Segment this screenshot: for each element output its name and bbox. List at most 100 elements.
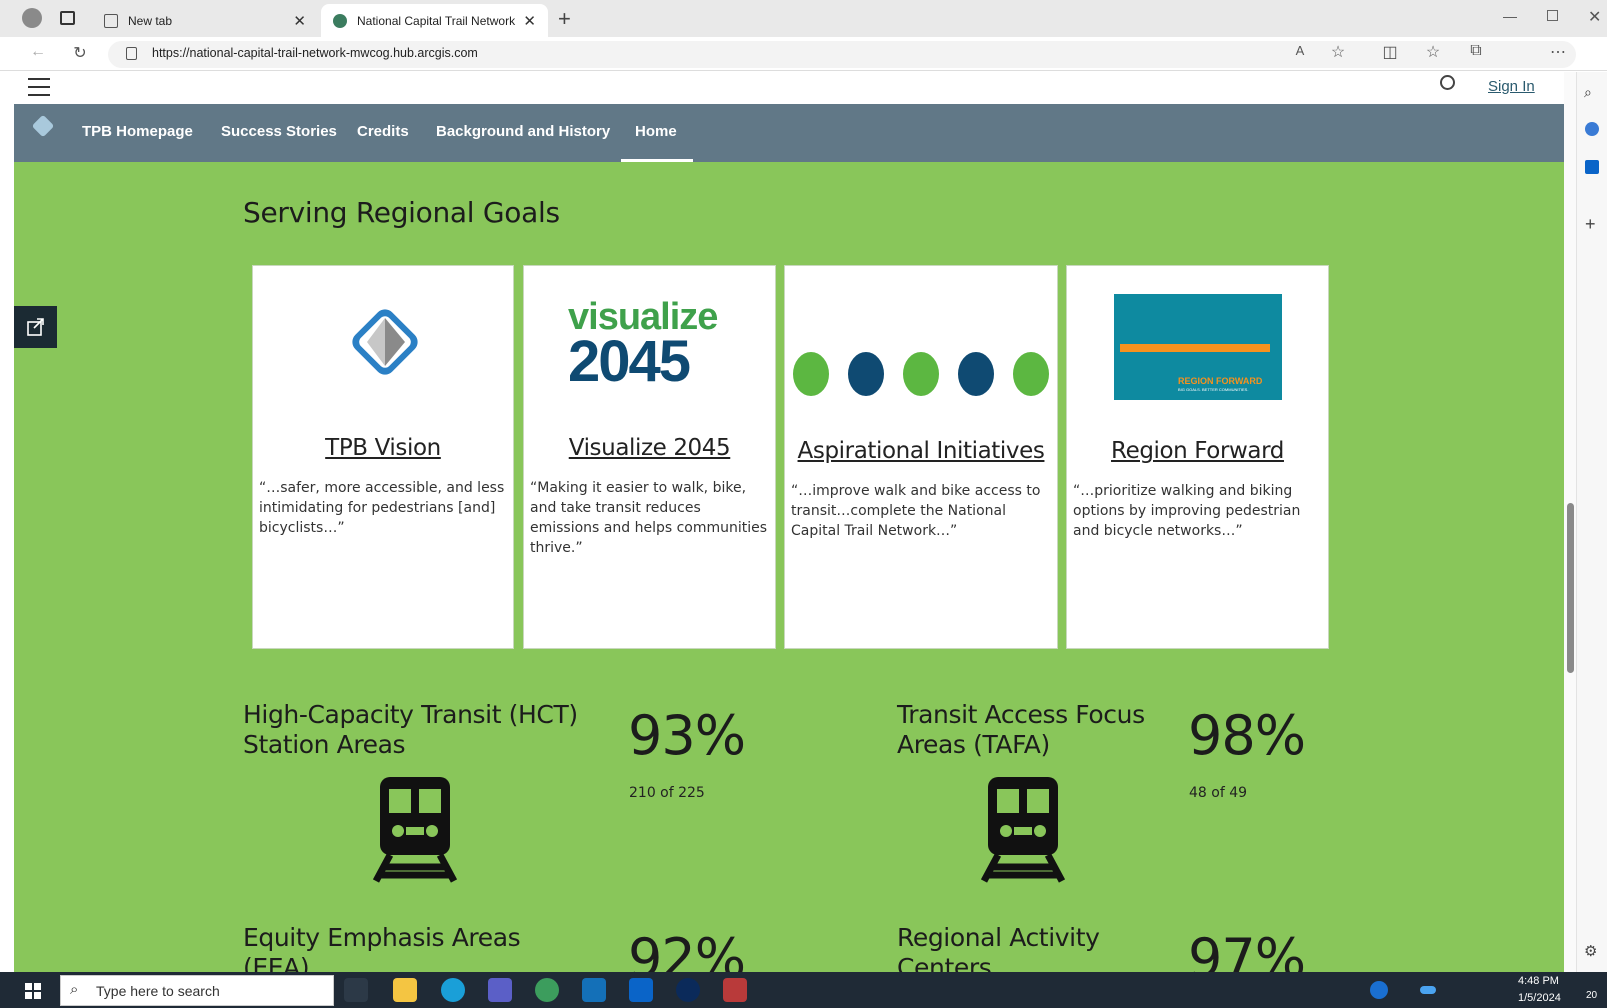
stat-sub-hct: 210 of 225 (629, 785, 705, 801)
card-title[interactable]: Visualize 2045 (524, 435, 775, 461)
region-forward-tagline: BIG GOALS. BETTER COMMUNITIES. (1178, 387, 1249, 392)
teams-icon[interactable] (488, 978, 512, 1002)
new-tab-icon (104, 13, 118, 28)
tab-actions-icon[interactable] (60, 11, 75, 25)
stat-title-line: Regional Activity (897, 923, 1100, 952)
url-text: https://national-capital-trail-network-m… (152, 46, 478, 60)
favorite-star-icon[interactable]: ☆ (1328, 42, 1348, 62)
stat-title-hct: High-Capacity Transit (HCT) Station Area… (243, 700, 578, 760)
more-icon[interactable]: ⋯ (1548, 42, 1568, 62)
restore-icon[interactable] (1547, 10, 1558, 21)
app-icon[interactable] (723, 978, 747, 1002)
outlook-icon[interactable] (629, 978, 653, 1002)
refresh-icon[interactable]: ↻ (70, 43, 90, 63)
clock-time[interactable]: 4:48 PM (1518, 975, 1559, 987)
close-icon[interactable]: ✕ (523, 12, 536, 30)
sign-in-link[interactable]: Sign In (1488, 78, 1535, 95)
share-button[interactable] (14, 306, 57, 348)
stat-value-rac: 97% (1188, 927, 1306, 972)
card-quote: “…improve walk and bike access to transi… (791, 483, 1041, 539)
back-icon[interactable]: ← (28, 43, 48, 61)
stat-title-rac: Regional Activity Centers (897, 923, 1100, 972)
nav-background-and-history[interactable]: Background and History (436, 123, 610, 140)
stat-sub-tafa: 48 of 49 (1189, 785, 1248, 801)
card-title[interactable]: TPB Vision (253, 435, 513, 461)
train-icon (980, 777, 1066, 883)
nav-credits[interactable]: Credits (357, 123, 409, 140)
minimize-icon[interactable]: — (1503, 8, 1517, 24)
windows-start-icon[interactable] (25, 983, 41, 999)
task-view-icon[interactable] (344, 978, 368, 1002)
collections-icon[interactable]: ⧉ (1466, 42, 1486, 60)
nav-success-stories[interactable]: Success Stories (221, 123, 337, 140)
split-screen-icon[interactable]: ◫ (1380, 42, 1400, 62)
card-quote: “Making it easier to walk, bike, and tak… (530, 480, 768, 556)
stat-title-tafa: Transit Access Focus Areas (TAFA) (897, 700, 1145, 760)
close-window-icon[interactable]: ✕ (1588, 7, 1601, 27)
card-quote: “…safer, more accessible, and less intim… (259, 480, 505, 536)
tab-national-capital-trail-network[interactable]: National Capital Trail Network ✕ (321, 4, 548, 37)
profile-icon[interactable] (22, 8, 42, 28)
search-icon[interactable] (1440, 75, 1455, 90)
stat-value-tafa: 98% (1188, 704, 1306, 767)
lock-icon[interactable] (126, 47, 137, 60)
card-tpb-vision[interactable]: TPB Vision “…safer, more accessible, and… (252, 265, 514, 649)
train-icon (372, 777, 458, 883)
site-header: Sign In (14, 72, 1564, 104)
share-icon (26, 318, 44, 336)
globe-icon (333, 13, 347, 28)
file-explorer-icon[interactable] (393, 978, 417, 1002)
taskbar-search-placeholder: Type here to search (96, 983, 220, 999)
stat-title-line: (EEA) (243, 953, 310, 972)
tpb-logo-icon (352, 309, 418, 375)
close-icon[interactable]: ✕ (293, 12, 306, 30)
stat-title-line: Centers (897, 953, 992, 972)
browser-tab-bar: New tab ✕ National Capital Trail Network… (0, 0, 1607, 37)
onedrive-icon[interactable] (1420, 986, 1436, 994)
edge-icon[interactable] (441, 978, 465, 1002)
read-aloud-icon[interactable]: A (1290, 43, 1310, 58)
car-icon (903, 352, 939, 396)
stat-title-line: High-Capacity Transit (HCT) (243, 700, 578, 729)
visualize-logo-year: 2045 (568, 329, 691, 394)
card-region-forward[interactable]: REGION FORWARD BIG GOALS. BETTER COMMUNI… (1066, 265, 1329, 649)
hamburger-menu-icon[interactable] (28, 78, 50, 96)
pedestrian-icon (848, 352, 884, 396)
tab-title: New tab (128, 13, 173, 28)
tab-title: National Capital Trail Network (357, 13, 516, 28)
scrollbar-thumb[interactable] (1567, 503, 1574, 673)
nav-home[interactable]: Home (635, 123, 677, 140)
card-title[interactable]: Region Forward (1067, 438, 1328, 464)
help-icon[interactable] (1370, 981, 1388, 999)
search-icon[interactable]: ⌕ (1584, 84, 1592, 101)
tab-new-tab[interactable]: New tab ✕ (92, 4, 318, 37)
section-title: Serving Regional Goals (243, 196, 560, 229)
card-visualize-2045[interactable]: visualize 2045 Visualize 2045 “Making it… (523, 265, 776, 649)
bus-icon (958, 352, 994, 396)
region-forward-logo: REGION FORWARD BIG GOALS. BETTER COMMUNI… (1114, 294, 1282, 400)
settings-icon[interactable]: ⚙ (1584, 942, 1597, 960)
new-tab-button[interactable]: + (558, 6, 571, 32)
stat-title-line: Station Areas (243, 730, 406, 759)
favorites-icon[interactable]: ☆ (1423, 42, 1443, 62)
cp-app-icon[interactable] (582, 978, 606, 1002)
search-icon: ⌕ (70, 981, 79, 998)
stat-title-line: Equity Emphasis Areas (243, 923, 521, 952)
card-quote: “…prioritize walking and biking options … (1073, 483, 1301, 539)
edge-sidebar: ⌕ + ⚙ (1576, 72, 1607, 972)
add-icon[interactable]: + (1585, 214, 1596, 235)
card-aspirational-initiatives[interactable]: Aspirational Initiatives “…improve walk … (784, 265, 1058, 649)
stat-value-eea: 92% (628, 927, 746, 972)
stat-value-hct: 93% (628, 704, 746, 767)
webex-icon[interactable] (676, 978, 700, 1002)
outlook-icon[interactable] (1585, 160, 1599, 174)
stat-title-line: Areas (TAFA) (897, 730, 1050, 759)
chrome-icon[interactable] (535, 978, 559, 1002)
nav-tpb-homepage[interactable]: TPB Homepage (82, 123, 193, 140)
clock-date[interactable]: 1/5/2024 (1518, 992, 1561, 1004)
tpb-logo-icon[interactable] (31, 114, 55, 138)
stats-row-clipped: Equity Emphasis Areas (EEA) 92% Regional… (14, 900, 1564, 972)
copilot-icon[interactable] (1585, 122, 1599, 136)
card-title[interactable]: Aspirational Initiatives (785, 438, 1057, 464)
notification-badge[interactable]: 20 (1586, 990, 1597, 1001)
